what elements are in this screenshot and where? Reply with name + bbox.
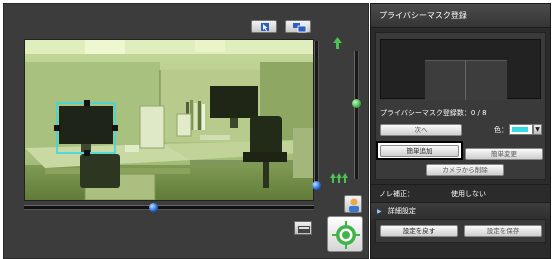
person-icon (349, 198, 359, 212)
preset-person-button[interactable] (344, 195, 362, 213)
easy-add-button[interactable]: 簡単追加 (380, 145, 459, 157)
mask-handle-bottom[interactable] (84, 150, 90, 156)
tilt-slider-thumb[interactable] (312, 181, 321, 190)
select-tool-button[interactable] (251, 20, 277, 33)
multi-window-icon (293, 23, 307, 33)
privacy-mask-panel: プライバシーマスク登録 プライバシーマスク登録数：0 / 8 次へ 色： ▼ 簡… (370, 3, 551, 259)
save-settings-button[interactable]: 設定を保存 (464, 225, 542, 237)
settings-actions-bar: 設定を戻す 設定を保存 (375, 219, 546, 243)
mask-handle-top[interactable] (84, 100, 90, 106)
restore-settings-button[interactable]: 設定を戻す (380, 225, 458, 237)
office-scene-image (25, 40, 313, 200)
cursor-select-icon (261, 23, 269, 31)
preview-divider (465, 60, 466, 100)
zoom-out-icon[interactable] (330, 173, 348, 183)
zoom-slider[interactable] (352, 51, 361, 179)
zoom-in-icon[interactable] (333, 37, 342, 49)
display-toggle-button[interactable] (294, 221, 312, 235)
screen-icon (298, 226, 310, 233)
zoom-slider-thumb[interactable] (352, 99, 361, 108)
nr-label: ノレ補正： (379, 190, 414, 198)
mask-registration-section: プライバシーマスク登録数：0 / 8 次へ 色： ▼ 簡単追加 簡単変更 カメラ… (375, 32, 546, 180)
camera-viewer-panel (3, 3, 369, 259)
camera-config-window: プライバシーマスク登録 プライバシーマスク登録数：0 / 8 次へ 色： ▼ 簡… (0, 0, 554, 259)
pan-slider-thumb[interactable] (149, 203, 158, 212)
pan-slider[interactable] (24, 203, 314, 212)
window-layout-button[interactable] (285, 20, 311, 33)
tilt-slider[interactable] (312, 41, 321, 190)
panel-title: プライバシーマスク登録 (371, 4, 550, 28)
mask-preview (380, 39, 541, 100)
nr-value: 使用しない (451, 190, 486, 198)
target-crosshair-icon (332, 221, 360, 249)
expand-arrow-icon: ▶ (377, 208, 382, 215)
color-swatch-fill (512, 127, 528, 132)
center-position-button[interactable] (327, 216, 363, 252)
advanced-label: 詳細設定 (387, 207, 416, 215)
color-label: 色： (494, 126, 508, 134)
nr-setting-row: ノレ補正： 使用しない (371, 184, 550, 202)
mask-handle-left[interactable] (54, 125, 60, 131)
mask-count-label: プライバシーマスク登録数：0 / 8 (380, 109, 487, 117)
delete-from-camera-button[interactable]: カメラから削除 (426, 164, 504, 176)
color-dropdown-arrow[interactable]: ▼ (533, 124, 542, 135)
mask-handle-right[interactable] (112, 125, 118, 131)
preview-area-shape (425, 60, 507, 100)
easy-change-button[interactable]: 簡単変更 (465, 148, 543, 160)
next-button[interactable]: 次へ (380, 124, 462, 136)
advanced-settings-toggle[interactable]: ▶ 詳細設定 (371, 202, 550, 219)
color-swatch[interactable] (509, 124, 533, 135)
camera-live-view[interactable] (24, 39, 314, 201)
